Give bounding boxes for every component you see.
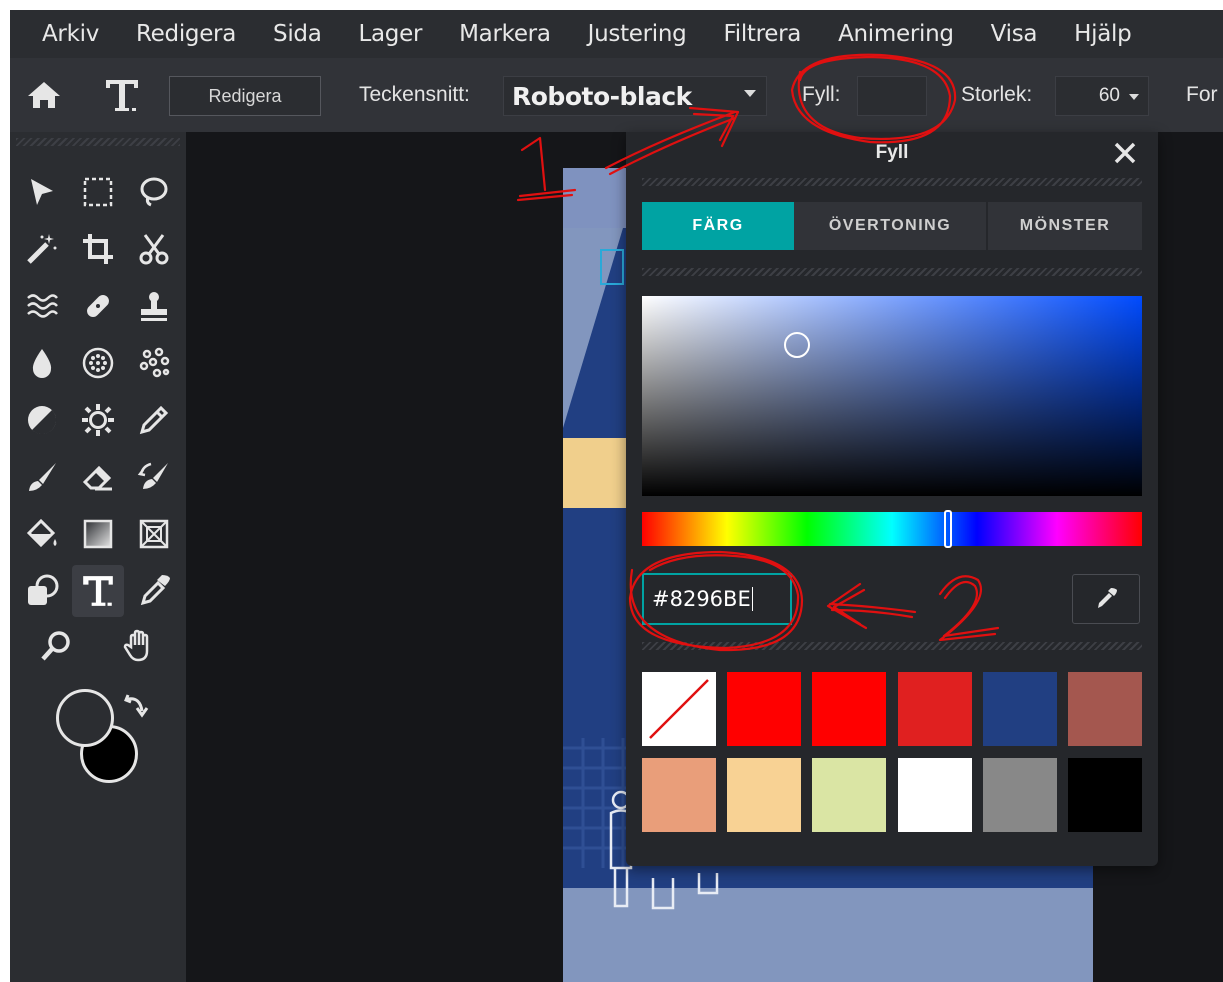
- edit-text-button[interactable]: Redigera: [169, 76, 321, 116]
- font-select[interactable]: Roboto-black: [503, 76, 767, 116]
- scatter-dots-icon[interactable]: [134, 343, 174, 383]
- panel-divider: [642, 268, 1142, 276]
- fill-panel-title: Fyll: [875, 142, 909, 163]
- blur-drop-icon[interactable]: [22, 343, 62, 383]
- shape-tool-icon[interactable]: [22, 571, 62, 611]
- swatch-4[interactable]: [983, 672, 1057, 746]
- menu-lager[interactable]: Lager: [359, 21, 423, 47]
- swatch-8[interactable]: [812, 758, 886, 832]
- menu-bar: Arkiv Redigera Sida Lager Markera Juster…: [10, 10, 1223, 58]
- bandage-icon[interactable]: [78, 286, 118, 326]
- panel-divider: [642, 642, 1142, 650]
- toolbar-next-label: For: [1186, 83, 1218, 106]
- options-toolbar: Redigera Teckensnitt: Roboto-black Fyll:…: [10, 58, 1223, 132]
- swatch-2[interactable]: [812, 672, 886, 746]
- frame-shape-icon[interactable]: [134, 514, 174, 554]
- hue-slider[interactable]: [642, 510, 1142, 548]
- size-select-value: 60: [1098, 85, 1120, 106]
- gradient-icon[interactable]: [78, 514, 118, 554]
- hue-slider-handle[interactable]: [944, 510, 952, 548]
- swatch-3[interactable]: [898, 672, 972, 746]
- hex-color-value: #8296BE: [652, 587, 751, 611]
- chevron-down-icon: [744, 90, 756, 97]
- font-select-value: Roboto-black: [512, 81, 692, 111]
- foreground-color-swatch[interactable]: [56, 689, 114, 747]
- text-tool-icon[interactable]: [102, 76, 142, 114]
- size-label: Storlek:: [961, 83, 1033, 106]
- sponge-dots-icon[interactable]: [78, 343, 118, 383]
- dodge-burn-icon[interactable]: [22, 400, 62, 440]
- magic-wand-icon[interactable]: [22, 229, 62, 269]
- eyedropper-icon[interactable]: [134, 571, 174, 611]
- swatch-none[interactable]: [642, 672, 716, 746]
- menu-arkiv[interactable]: Arkiv: [42, 21, 99, 47]
- swatch-9[interactable]: [898, 758, 972, 832]
- eyedropper-icon: [1098, 588, 1117, 608]
- smudge-brush-icon[interactable]: [134, 457, 174, 497]
- panel-divider: [642, 178, 1142, 186]
- hex-color-input[interactable]: #8296BE: [642, 573, 792, 625]
- swatch-6[interactable]: [642, 758, 716, 832]
- panel-grip: [16, 138, 180, 146]
- swap-colors-icon[interactable]: [124, 693, 150, 721]
- home-icon[interactable]: [26, 80, 62, 110]
- fill-type-tabs: FÄRG ÖVERTONING MÖNSTER: [642, 202, 1142, 250]
- sharpen-sun-icon[interactable]: [78, 400, 118, 440]
- swatch-1[interactable]: [727, 672, 801, 746]
- stamp-icon[interactable]: [134, 286, 174, 326]
- tab-color[interactable]: FÄRG: [642, 202, 794, 250]
- font-label: Teckensnitt:: [359, 83, 470, 106]
- swatch-10[interactable]: [983, 758, 1057, 832]
- fill-label: Fyll:: [802, 83, 841, 106]
- menu-redigera[interactable]: Redigera: [136, 21, 236, 47]
- tab-pattern[interactable]: MÖNSTER: [988, 202, 1142, 250]
- menu-filtrera[interactable]: Filtrera: [723, 21, 801, 47]
- rect-select-icon[interactable]: [78, 172, 118, 212]
- zoom-magnifier-icon[interactable]: [36, 626, 76, 666]
- saturation-value-picker[interactable]: [642, 296, 1142, 496]
- menu-hjalp[interactable]: Hjälp: [1074, 21, 1132, 47]
- color-picker-swatches[interactable]: [56, 689, 154, 787]
- hand-pan-icon[interactable]: [120, 626, 160, 666]
- type-tool-icon[interactable]: [72, 565, 124, 617]
- eyedropper-button[interactable]: [1072, 574, 1140, 624]
- swatch-7[interactable]: [727, 758, 801, 832]
- sv-picker-handle[interactable]: [784, 332, 810, 358]
- tools-panel: [10, 132, 186, 982]
- menu-sida[interactable]: Sida: [273, 21, 322, 47]
- move-arrow-icon[interactable]: [22, 172, 62, 212]
- no-color-slash-icon: [649, 679, 709, 739]
- app-window: Arkiv Redigera Sida Lager Markera Juster…: [10, 10, 1223, 982]
- lasso-icon[interactable]: [134, 172, 174, 212]
- menu-justering[interactable]: Justering: [588, 21, 687, 47]
- paint-bucket-icon[interactable]: [22, 514, 62, 554]
- close-icon[interactable]: [1112, 140, 1138, 166]
- menu-visa[interactable]: Visa: [991, 21, 1038, 47]
- text-cursor: [751, 587, 753, 611]
- size-select[interactable]: 60: [1055, 76, 1149, 116]
- swatch-11[interactable]: [1068, 758, 1142, 832]
- liquify-waves-icon[interactable]: [22, 286, 62, 326]
- tab-gradient[interactable]: ÖVERTONING: [794, 202, 988, 250]
- fill-panel: Fyll FÄRG ÖVERTONING MÖNSTER #8296BE: [626, 132, 1158, 866]
- scissors-icon[interactable]: [134, 229, 174, 269]
- menu-markera[interactable]: Markera: [459, 21, 551, 47]
- eraser-icon[interactable]: [78, 457, 118, 497]
- fill-color-swatch[interactable]: [857, 76, 927, 116]
- color-replace-pen-icon[interactable]: [134, 400, 174, 440]
- chevron-down-icon: [1129, 94, 1139, 100]
- swatch-5[interactable]: [1068, 672, 1142, 746]
- menu-animering[interactable]: Animering: [838, 21, 954, 47]
- crop-icon[interactable]: [78, 229, 118, 269]
- brush-icon[interactable]: [22, 457, 62, 497]
